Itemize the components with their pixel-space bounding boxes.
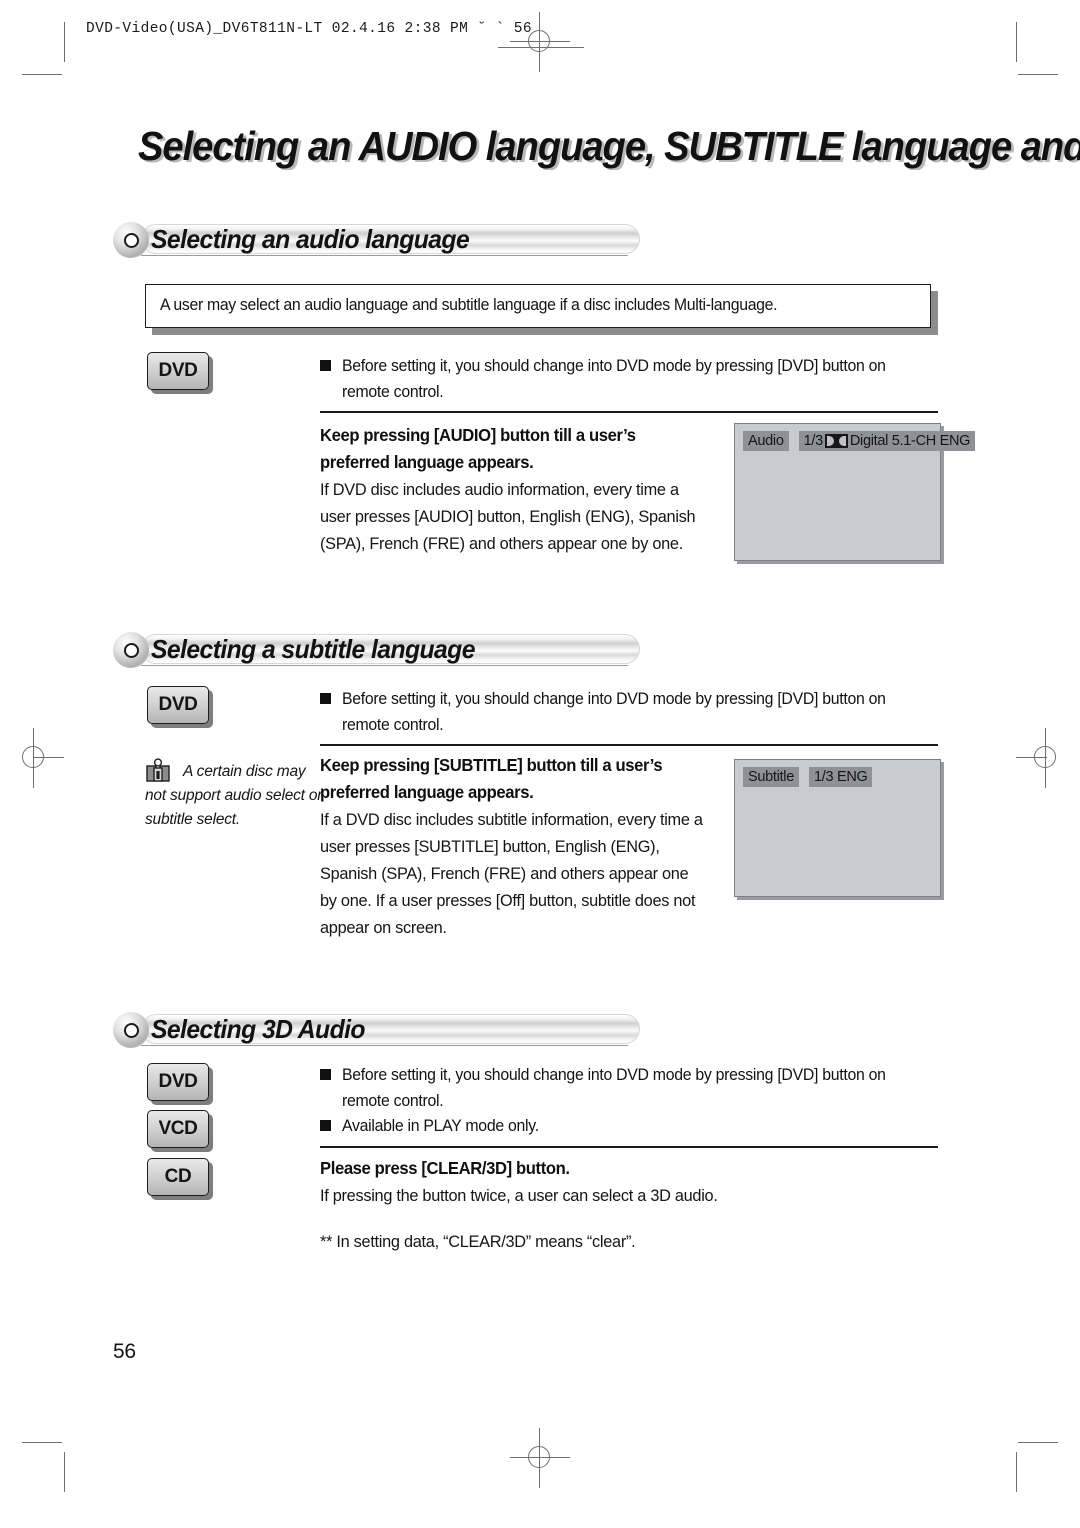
ring-bullet-icon — [124, 1023, 139, 1038]
divider-subtitle — [320, 744, 938, 746]
media-badge-dvd-subtitle: DVD — [147, 686, 209, 724]
subtitle-lead-bold: Keep pressing [SUBTITLE] button till a u… — [320, 755, 663, 802]
media-badge-vcd-3d: VCD — [147, 1110, 209, 1148]
printers-slug-rule — [498, 47, 584, 48]
square-bullet-icon — [320, 1120, 331, 1131]
audio-instruction-block: Keep pressing [AUDIO] button till a user… — [320, 422, 720, 557]
threed-footnote: ** In setting data, “CLEAR/3D” means “cl… — [320, 1228, 920, 1255]
osd-subtitle-label: Subtitle — [743, 767, 799, 787]
osd-screen-audio: Audio 1/3 Digital 5.1-CH ENG — [734, 423, 976, 561]
square-bullet-icon — [320, 360, 331, 371]
registration-mark-left-circle — [22, 746, 44, 768]
section-header-subtitle: Selecting a subtitle language — [113, 632, 640, 668]
note-text-subtitle: A certain disc may not support audio sel… — [145, 763, 323, 828]
crop-mark-top-right-vertical — [1016, 22, 1017, 62]
bullet-text-3d-2: Available in PLAY mode only. — [342, 1117, 539, 1135]
audio-lead-bold: Keep pressing [AUDIO] button till a user… — [320, 425, 636, 472]
osd-subtitle-bar: Subtitle 1/3 ENG — [743, 767, 873, 787]
registration-mark-bottom — [510, 1428, 570, 1488]
osd-audio-label: Audio — [743, 431, 789, 451]
intro-callout-box: A user may select an audio language and … — [145, 284, 931, 328]
bullet-text-audio-1: Before setting it, you should change int… — [342, 357, 886, 401]
threed-lead-body: If pressing the button twice, a user can… — [320, 1186, 718, 1205]
crop-mark-bottom-left-horizontal — [22, 1442, 62, 1443]
media-badge-dvd-audio: DVD — [147, 352, 209, 390]
page-title: Selecting an AUDIO language, SUBTITLE la… — [138, 123, 1080, 169]
section-header-3d-audio-label: Selecting 3D Audio — [151, 1014, 365, 1044]
osd-audio-value-suffix: Digital 5.1-CH ENG — [849, 433, 971, 449]
page-number: 56 — [113, 1340, 136, 1363]
square-bullet-icon — [320, 693, 331, 704]
media-badge-dvd-3d: DVD — [147, 1063, 209, 1101]
section-header-underline — [141, 1045, 628, 1046]
crop-mark-bottom-right-vertical — [1016, 1452, 1017, 1492]
registration-mark-left — [4, 728, 64, 788]
crop-mark-bottom-left-vertical — [64, 1452, 65, 1492]
section-header-underline — [141, 255, 628, 256]
bullet-text-subtitle-1: Before setting it, you should change int… — [342, 690, 886, 734]
crop-mark-top-left-vertical — [64, 22, 65, 62]
section-header-subtitle-label: Selecting a subtitle language — [151, 634, 475, 664]
manual-page: DVD-Video(USA)_DV6T811N-LT 02.4.16 2:38 … — [0, 0, 1080, 1528]
osd-audio-bar: Audio 1/3 Digital 5.1-CH ENG — [743, 431, 976, 451]
osd-audio-value-prefix: 1/3 — [803, 433, 824, 449]
registration-mark-right — [1016, 728, 1076, 788]
registration-mark-bottom-circle — [528, 1446, 550, 1468]
osd-subtitle-value: 1/3 ENG — [808, 767, 873, 787]
registration-mark-right-circle — [1034, 746, 1056, 768]
subtitle-lead-body: If a DVD disc includes subtitle informat… — [320, 810, 703, 937]
osd-audio-value: 1/3 Digital 5.1-CH ENG — [798, 431, 976, 451]
threed-lead-bold: Please press [CLEAR/3D] button. — [320, 1158, 570, 1178]
bullet-text-3d-1: Before setting it, you should change int… — [342, 1066, 886, 1110]
ring-bullet-icon — [124, 233, 139, 248]
divider-3d — [320, 1146, 938, 1148]
printers-slug-line: DVD-Video(USA)_DV6T811N-LT 02.4.16 2:38 … — [86, 21, 532, 37]
threed-footnote-text: ** In setting data, “CLEAR/3D” means “cl… — [320, 1232, 636, 1251]
section-header-audio: Selecting an audio language — [113, 222, 640, 258]
threed-instruction-block: Please press [CLEAR/3D] button. If press… — [320, 1155, 920, 1209]
section-header-underline — [141, 665, 628, 666]
divider-audio — [320, 411, 938, 413]
crop-mark-top-left-horizontal — [22, 74, 62, 75]
audio-lead-body: If DVD disc includes audio information, … — [320, 480, 696, 553]
ring-bullet-icon — [124, 643, 139, 658]
section-header-audio-label: Selecting an audio language — [151, 224, 470, 254]
square-bullet-icon — [320, 1069, 331, 1080]
section-header-3d-audio: Selecting 3D Audio — [113, 1012, 640, 1048]
osd-screen-subtitle: Subtitle 1/3 ENG — [734, 759, 941, 897]
media-badge-cd-3d: CD — [147, 1158, 209, 1196]
crop-mark-top-right-horizontal — [1018, 74, 1058, 75]
crop-mark-bottom-right-horizontal — [1018, 1442, 1058, 1443]
dolby-digital-logo-icon — [824, 434, 848, 448]
intro-callout-text: A user may select an audio language and … — [160, 296, 778, 314]
subtitle-instruction-block: Keep pressing [SUBTITLE] button till a u… — [320, 752, 720, 941]
